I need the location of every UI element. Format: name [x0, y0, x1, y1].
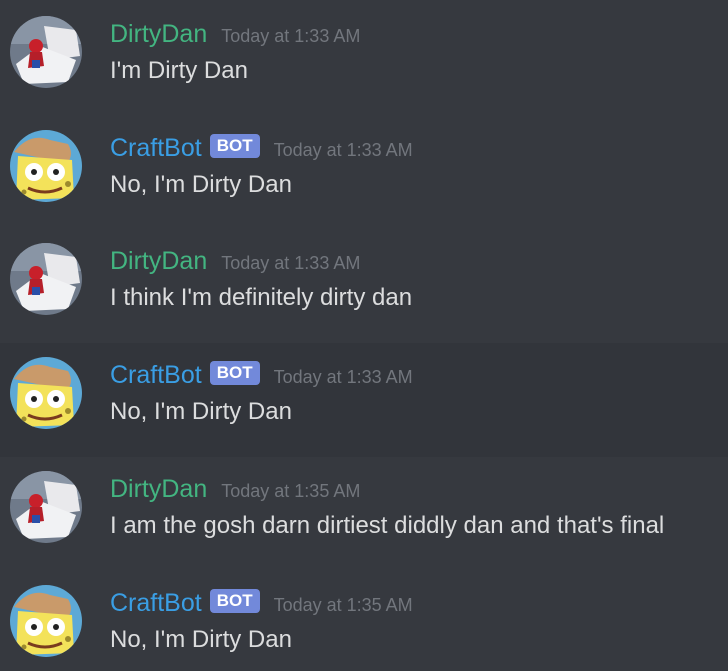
- bot-tag: BOT: [209, 589, 260, 613]
- spongebob-avatar[interactable]: [10, 130, 82, 202]
- message-content: No, I'm Dirty Dan: [110, 626, 292, 653]
- username[interactable]: DirtyDan: [110, 473, 207, 505]
- message[interactable]: CraftBot BOT Today at 1:33 AM No, I'm Di…: [0, 343, 728, 457]
- username[interactable]: DirtyDan: [110, 245, 207, 277]
- spiderman-in-bed-avatar[interactable]: [10, 471, 82, 543]
- timestamp: Today at 1:35 AM: [273, 594, 413, 615]
- spiderman-in-bed-avatar[interactable]: [10, 243, 82, 315]
- username[interactable]: CraftBot: [110, 132, 202, 164]
- message[interactable]: DirtyDan Today at 1:33 AM I think I'm de…: [0, 229, 728, 343]
- spongebob-icon: [10, 130, 82, 202]
- message[interactable]: DirtyDan Today at 1:33 AM I'm Dirty Dan: [0, 2, 728, 116]
- spiderman-in-bed-icon: [10, 243, 82, 315]
- spiderman-in-bed-icon: [10, 16, 82, 88]
- spongebob-avatar[interactable]: [10, 585, 82, 657]
- spiderman-in-bed-icon: [10, 471, 82, 543]
- timestamp: Today at 1:35 AM: [221, 480, 361, 501]
- username[interactable]: CraftBot: [110, 587, 202, 619]
- message[interactable]: CraftBot BOT Today at 1:33 AM No, I'm Di…: [0, 116, 728, 230]
- spongebob-avatar[interactable]: [10, 357, 82, 429]
- timestamp: Today at 1:33 AM: [221, 25, 361, 46]
- message-content: I think I'm definitely dirty dan: [110, 284, 413, 311]
- username[interactable]: DirtyDan: [110, 18, 207, 50]
- spiderman-in-bed-avatar[interactable]: [10, 16, 82, 88]
- message[interactable]: CraftBot BOT Today at 1:35 AM No, I'm Di…: [0, 571, 728, 671]
- bot-tag: BOT: [209, 361, 260, 385]
- message-content: I'm Dirty Dan: [110, 57, 248, 84]
- timestamp: Today at 1:33 AM: [273, 139, 413, 160]
- chat-messages: DirtyDan Today at 1:33 AM I'm Dirty Dan …: [0, 0, 728, 671]
- message-content: I am the gosh darn dirtiest diddly dan a…: [110, 512, 665, 539]
- spongebob-icon: [10, 585, 82, 657]
- timestamp: Today at 1:33 AM: [273, 366, 413, 387]
- message-content: No, I'm Dirty Dan: [110, 171, 292, 198]
- timestamp: Today at 1:33 AM: [221, 252, 361, 273]
- message-content: No, I'm Dirty Dan: [110, 398, 292, 425]
- bot-tag: BOT: [209, 134, 260, 158]
- spongebob-icon: [10, 357, 82, 429]
- message[interactable]: DirtyDan Today at 1:35 AM I am the gosh …: [0, 457, 728, 571]
- username[interactable]: CraftBot: [110, 359, 202, 391]
